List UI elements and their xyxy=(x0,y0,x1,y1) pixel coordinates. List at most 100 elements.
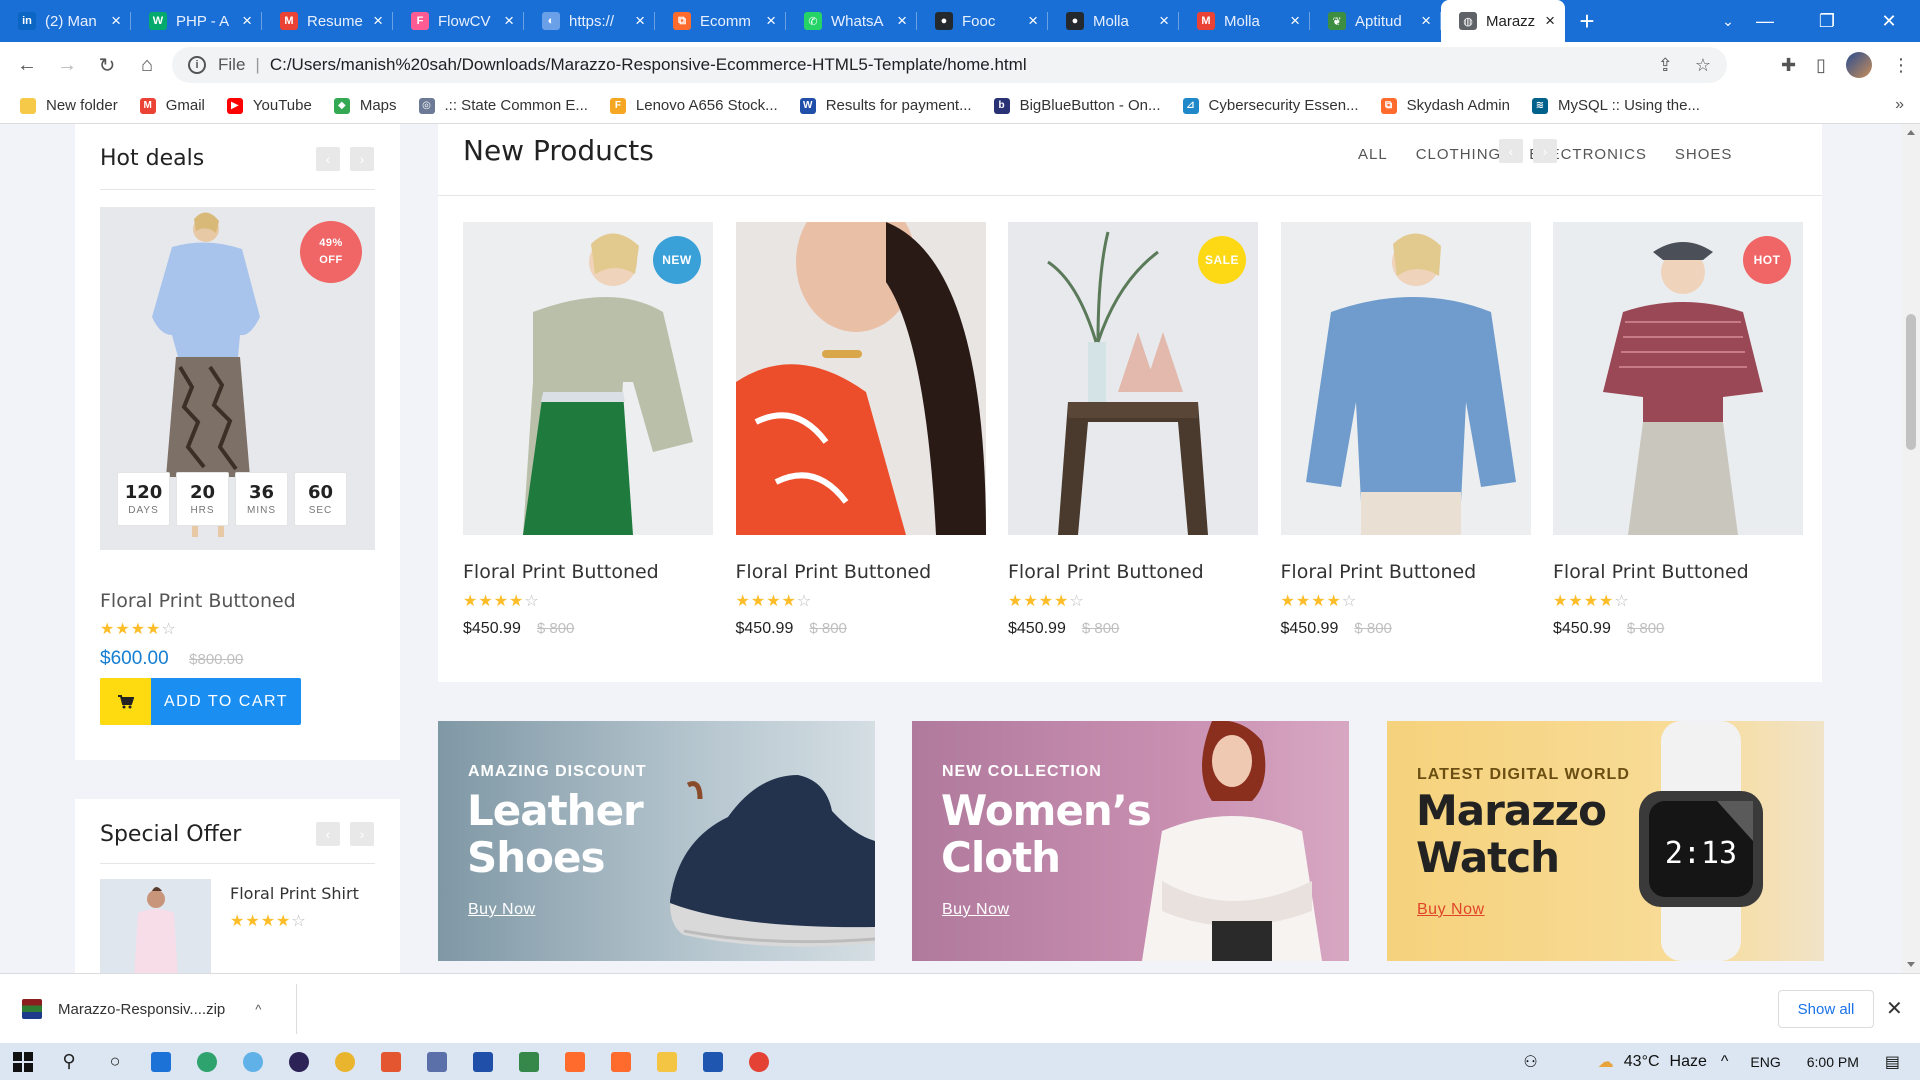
buy-now-link[interactable]: Buy Now xyxy=(942,901,1010,919)
product-image[interactable] xyxy=(1280,222,1531,535)
close-tab-icon[interactable]: × xyxy=(635,11,645,31)
bookmark-item[interactable]: M Gmail xyxy=(139,97,205,114)
network-app-icon[interactable] xyxy=(414,1043,460,1080)
filter-tab[interactable]: ALL xyxy=(1358,146,1388,163)
restore-button[interactable]: ❐ xyxy=(1796,0,1858,42)
info-icon[interactable]: i xyxy=(188,56,206,74)
close-tab-icon[interactable]: × xyxy=(373,11,383,31)
buy-now-link[interactable]: Buy Now xyxy=(1417,901,1485,919)
close-tab-icon[interactable]: × xyxy=(1159,11,1169,31)
back-button[interactable]: ← xyxy=(10,48,44,82)
buy-now-link[interactable]: Buy Now xyxy=(468,901,536,919)
product-card[interactable]: Floral Print Buttoned ★★★★☆ $450.99 $ 800 xyxy=(735,222,986,637)
product-image[interactable]: NEW xyxy=(463,222,713,535)
app-icon[interactable] xyxy=(552,1043,598,1080)
new-tab-button[interactable]: + xyxy=(1565,0,1609,42)
product-image[interactable]: SALE xyxy=(1008,222,1258,535)
product-name[interactable]: Floral Print Buttoned xyxy=(1553,561,1749,583)
weather-text[interactable]: Haze xyxy=(1670,1053,1707,1071)
close-tab-icon[interactable]: × xyxy=(111,11,121,31)
hot-deals-next-button[interactable]: › xyxy=(350,147,374,171)
close-tab-icon[interactable]: × xyxy=(504,11,514,31)
product-card[interactable]: Floral Print Buttoned ★★★★☆ $450.99 $ 800 xyxy=(1280,222,1531,637)
chevron-up-icon[interactable]: ^ xyxy=(1721,1053,1729,1071)
product-card[interactable]: NEW Floral Print Buttoned ★★★★☆ $450.99 $ 80… xyxy=(463,222,713,637)
hot-deal-product-image[interactable]: 49% OFF 120 DAYS 20 HRS 36 MINS 60 SEC xyxy=(100,207,375,550)
browser-tab[interactable]: W PHP - A × xyxy=(131,0,262,42)
close-tab-icon[interactable]: × xyxy=(1545,11,1555,31)
special-offer-product-image[interactable] xyxy=(100,879,211,973)
close-tab-icon[interactable]: × xyxy=(897,11,907,31)
browser-tab[interactable]: F FlowCV × xyxy=(393,0,524,42)
filter-tab[interactable]: SHOES xyxy=(1675,146,1733,163)
weather-icon[interactable]: ☁ xyxy=(1598,1052,1614,1072)
share-icon[interactable]: ⇪ xyxy=(1658,55,1673,76)
banner-leather-shoes[interactable]: AMAZING DISCOUNT Leather Shoes Buy Now xyxy=(438,721,875,961)
close-tab-icon[interactable]: × xyxy=(766,11,776,31)
ie-icon[interactable] xyxy=(230,1043,276,1080)
product-name[interactable]: Floral Print Buttoned xyxy=(1008,561,1204,583)
forward-button[interactable]: → xyxy=(50,48,84,82)
url-text[interactable]: C:/Users/manish%20sah/Downloads/Marazzo-… xyxy=(270,55,1027,75)
close-tab-icon[interactable]: × xyxy=(1421,11,1431,31)
scrollbar-thumb[interactable] xyxy=(1906,314,1916,450)
xampp-icon[interactable] xyxy=(506,1043,552,1080)
temperature[interactable]: 43°C xyxy=(1624,1053,1660,1071)
bookmark-item[interactable]: ⊿ Cybersecurity Essen... xyxy=(1182,97,1359,114)
browser-tab[interactable]: M Resume × xyxy=(262,0,393,42)
menu-kebab-icon[interactable]: ⋮ xyxy=(1892,55,1910,76)
cortana-icon[interactable]: ○ xyxy=(92,1043,138,1080)
chevron-up-icon[interactable]: ^ xyxy=(255,1002,261,1017)
close-window-button[interactable]: ✕ xyxy=(1858,0,1920,42)
side-panel-icon[interactable]: ▯ xyxy=(1816,55,1826,76)
language-indicator[interactable]: ENG xyxy=(1750,1054,1780,1070)
address-bar[interactable]: i File | C:/Users/manish%20sah/Downloads… xyxy=(172,47,1727,83)
product-name[interactable]: Floral Print Buttoned xyxy=(1281,561,1477,583)
browser-tab[interactable]: ● Fooc × xyxy=(917,0,1048,42)
add-to-cart-button[interactable]: ADD TO CART xyxy=(100,678,301,725)
chrome-icon[interactable] xyxy=(322,1043,368,1080)
bookmark-item[interactable]: ◎ .:: State Common E... xyxy=(418,97,588,114)
product-card[interactable]: SALE Floral Print Buttoned ★★★★☆ $450.99 $ 8… xyxy=(1008,222,1258,637)
mail-icon[interactable] xyxy=(138,1043,184,1080)
bookmarks-overflow-icon[interactable]: » xyxy=(1895,96,1904,114)
hot-deals-prev-button[interactable]: ‹ xyxy=(316,147,340,171)
banner-womens-cloth[interactable]: NEW COLLECTION Women’s Cloth Buy Now xyxy=(912,721,1349,961)
special-offer-next-button[interactable]: › xyxy=(350,822,374,846)
close-tab-icon[interactable]: × xyxy=(242,11,252,31)
chrome-icon[interactable] xyxy=(736,1043,782,1080)
folder-icon[interactable] xyxy=(644,1043,690,1080)
browser-tab[interactable]: ◍ Marazz × xyxy=(1441,0,1565,42)
browser-tab[interactable]: ✆ WhatsA × xyxy=(786,0,917,42)
hot-deal-product-name[interactable]: Floral Print Buttoned xyxy=(100,590,296,612)
browser-tab[interactable]: ◐ https:// × xyxy=(524,0,655,42)
bookmark-item[interactable]: New folder xyxy=(20,97,118,114)
bookmark-item[interactable]: ≋ MySQL :: Using the... xyxy=(1531,97,1700,114)
bookmark-item[interactable]: W Results for payment... xyxy=(799,97,972,114)
product-name[interactable]: Floral Print Buttoned xyxy=(463,561,659,583)
edge-icon[interactable] xyxy=(184,1043,230,1080)
product-image[interactable]: HOT xyxy=(1553,222,1803,535)
bookmark-star-icon[interactable]: ☆ xyxy=(1695,55,1711,76)
eclipse-icon[interactable] xyxy=(276,1043,322,1080)
app-icon[interactable] xyxy=(598,1043,644,1080)
clock[interactable]: 6:00 PM xyxy=(1807,1054,1859,1070)
bookmark-item[interactable]: F Lenovo A656 Stock... xyxy=(609,97,778,114)
bookmark-item[interactable]: ⧉ Skydash Admin xyxy=(1380,97,1510,114)
new-products-prev-button[interactable]: ‹ xyxy=(1499,139,1523,163)
special-offer-product-name[interactable]: Floral Print Shirt xyxy=(230,884,359,903)
scroll-up-icon[interactable] xyxy=(1907,130,1915,135)
office-icon[interactable] xyxy=(368,1043,414,1080)
show-all-button[interactable]: Show all xyxy=(1778,990,1874,1028)
word-icon[interactable] xyxy=(690,1043,736,1080)
profile-avatar[interactable] xyxy=(1846,52,1872,78)
browser-tab[interactable]: M Molla × xyxy=(1179,0,1310,42)
banner-marazzo-watch[interactable]: 2:13 LATEST DIGITAL WORLD Marazzo Watch … xyxy=(1387,721,1824,961)
browser-tab[interactable]: in (2) Man × xyxy=(0,0,131,42)
browser-tab[interactable]: ❦ Aptitud × xyxy=(1310,0,1441,42)
close-tab-icon[interactable]: × xyxy=(1028,11,1038,31)
scroll-down-icon[interactable] xyxy=(1907,962,1915,967)
minimize-button[interactable]: — xyxy=(1734,0,1796,42)
close-downloads-icon[interactable]: ✕ xyxy=(1886,996,1903,1021)
notification-icon[interactable]: ▤ xyxy=(1885,1052,1900,1072)
